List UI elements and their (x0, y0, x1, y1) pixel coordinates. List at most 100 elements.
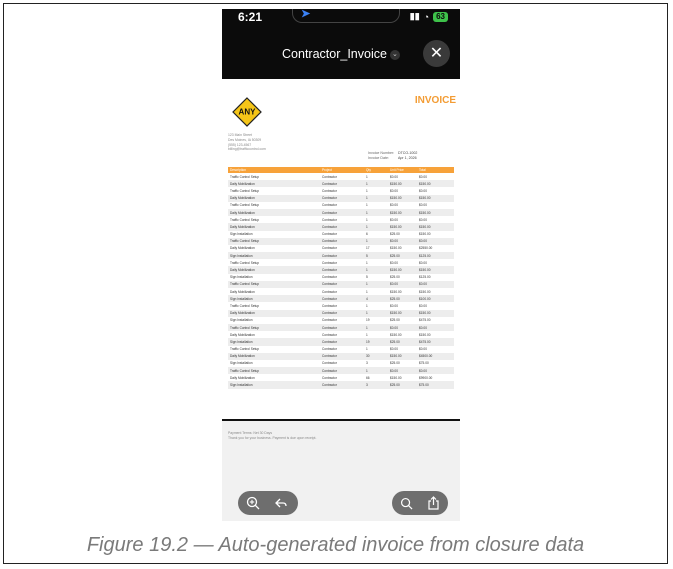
table-row: Traffic Control Setup Contractor 1 $0.00 $0.… (228, 280, 454, 288)
table-cell: $150.00 (419, 268, 431, 273)
table-cell: Contractor (322, 368, 337, 373)
table-cell: $9900.00 (419, 375, 433, 380)
table-cell: $150.00 (390, 375, 402, 380)
table-cell: Contractor (322, 361, 337, 366)
table-cell: Sign Installation (230, 383, 253, 388)
close-button[interactable]: ✕ (423, 40, 450, 67)
table-cell: $25.00 (390, 361, 400, 366)
battery-icon: 63 (433, 11, 448, 22)
table-cell: Daily Mobilization (230, 210, 255, 215)
table-cell: Contractor (322, 375, 337, 380)
wifi-icon: ◔ (423, 11, 430, 22)
table-cell: Contractor (322, 282, 337, 287)
table-cell: $0.00 (390, 282, 398, 287)
table-body: Traffic Control Setup Contractor 1 $0.00 $0.… (228, 173, 454, 389)
table-cell: Sign Installation (230, 296, 253, 301)
table-row: Traffic Control Setup Contractor 1 $0.00 $0.… (228, 187, 454, 194)
table-cell: Daily Mobilization (230, 354, 255, 359)
table-cell: Daily Mobilization (230, 332, 255, 337)
table-cell: 1 (366, 224, 368, 229)
table-cell: Daily Mobilization (230, 289, 255, 294)
reply-back-icon[interactable] (272, 494, 290, 512)
table-cell: 1 (366, 282, 368, 287)
table-row: Traffic Control Setup Contractor 1 $0.00 $0.… (228, 216, 454, 223)
table-cell: Traffic Control Setup (230, 282, 260, 287)
table-cell: $150.00 (419, 224, 431, 229)
table-cell: $25.00 (390, 232, 400, 237)
table-cell: $0.00 (390, 203, 398, 208)
table-cell: Contractor (322, 311, 337, 316)
table-cell: $25.00 (390, 339, 400, 344)
table-cell: $0.00 (419, 347, 427, 352)
table-cell: Traffic Control Setup (230, 239, 260, 244)
table-cell: $2550.00 (419, 246, 433, 251)
table-row: Daily Mobilization Contractor 1 $150.00 $150… (228, 180, 454, 188)
table-cell: Daily Mobilization (230, 181, 255, 186)
table-cell: $0.00 (390, 217, 398, 222)
table-cell: Traffic Control Setup (230, 325, 260, 330)
table-cell: 1 (366, 181, 368, 186)
table-cell: $0.00 (419, 174, 427, 179)
table-row: Daily Mobilization Contractor 66 $150.00 $99… (228, 374, 454, 381)
table-cell: 3 (366, 383, 368, 388)
table-cell: 1 (366, 311, 368, 316)
document-title-bar: Contractor_Invoice ⌄ ✕ (222, 37, 460, 73)
table-cell: Sign Installation (230, 232, 253, 237)
table-row: Sign Installation Contractor 5 $25.00 $125.0… (228, 274, 454, 281)
table-cell: Contractor (322, 318, 337, 323)
table-cell: Daily Mobilization (230, 268, 255, 273)
table-cell: Traffic Control Setup (230, 217, 260, 222)
table-cell: $150.00 (390, 196, 402, 201)
table-cell: 1 (366, 188, 368, 193)
table-cell: 1 (366, 210, 368, 215)
chevron-down-icon[interactable]: ⌄ (389, 49, 400, 60)
figure-caption: Figure 19.2 — Auto-generated invoice fro… (86, 534, 585, 556)
table-cell: Contractor (322, 253, 337, 258)
table-cell: $0.00 (390, 303, 398, 308)
svg-text:ANY: ANY (239, 108, 257, 117)
table-cell: Traffic Control Setup (230, 188, 260, 193)
table-row: Sign Installation Contractor 4 $25.00 $100.0… (228, 295, 454, 303)
table-cell: $150.00 (390, 210, 402, 215)
table-cell: 1 (366, 332, 368, 337)
viewer-toolbar-left (238, 491, 298, 515)
table-row: Daily Mobilization Contractor 1 $150.00 $150… (228, 194, 454, 202)
table-cell: 5 (366, 275, 368, 280)
thank-you-note: Thank you for your business. Payment is … (228, 436, 317, 440)
search-icon[interactable] (398, 494, 415, 512)
table-row: Sign Installation Contractor 3 $25.00 $75.00 (228, 360, 454, 367)
table-cell: 6 (366, 232, 368, 237)
table-cell: Traffic Control Setup (230, 347, 260, 352)
table-cell: $150.00 (419, 232, 431, 237)
table-cell: $0.00 (419, 282, 427, 287)
table-cell: Traffic Control Setup (230, 260, 260, 265)
table-cell: $0.00 (419, 217, 427, 222)
table-cell: 19 (366, 339, 370, 344)
table-cell: $150.00 (419, 332, 431, 337)
close-icon: ✕ (429, 45, 444, 62)
invoice-number-label: Invoice Number: (368, 151, 395, 155)
table-cell: $4500.00 (419, 354, 433, 359)
zoom-in-icon[interactable] (244, 494, 262, 512)
table-cell: Daily Mobilization (230, 311, 255, 316)
table-cell: 1 (366, 268, 368, 273)
table-cell: Contractor (322, 339, 337, 344)
table-row: Traffic Control Setup Contractor 1 $0.00 $0.… (228, 323, 454, 332)
table-cell: $150.00 (419, 210, 431, 215)
table-cell: Traffic Control Setup (230, 303, 260, 308)
table-cell: 19 (366, 318, 370, 323)
status-time: 6:21 (238, 10, 263, 24)
table-cell: Contractor (322, 203, 337, 208)
table-cell: Contractor (322, 275, 337, 280)
share-icon[interactable] (425, 494, 442, 512)
table-row: Daily Mobilization Contractor 1 $150.00 $150… (228, 309, 454, 317)
table-row: Daily Mobilization Contractor 1 $150.00 $150… (228, 208, 454, 217)
table-cell: $0.00 (419, 188, 427, 193)
table-cell: Contractor (322, 196, 337, 201)
table-cell: Sign Installation (230, 318, 253, 323)
table-cell: 1 (366, 239, 368, 244)
table-cell: 1 (366, 368, 368, 373)
table-cell: $150.00 (390, 354, 402, 359)
table-cell: Traffic Control Setup (230, 174, 260, 179)
table-cell: $150.00 (419, 181, 431, 186)
